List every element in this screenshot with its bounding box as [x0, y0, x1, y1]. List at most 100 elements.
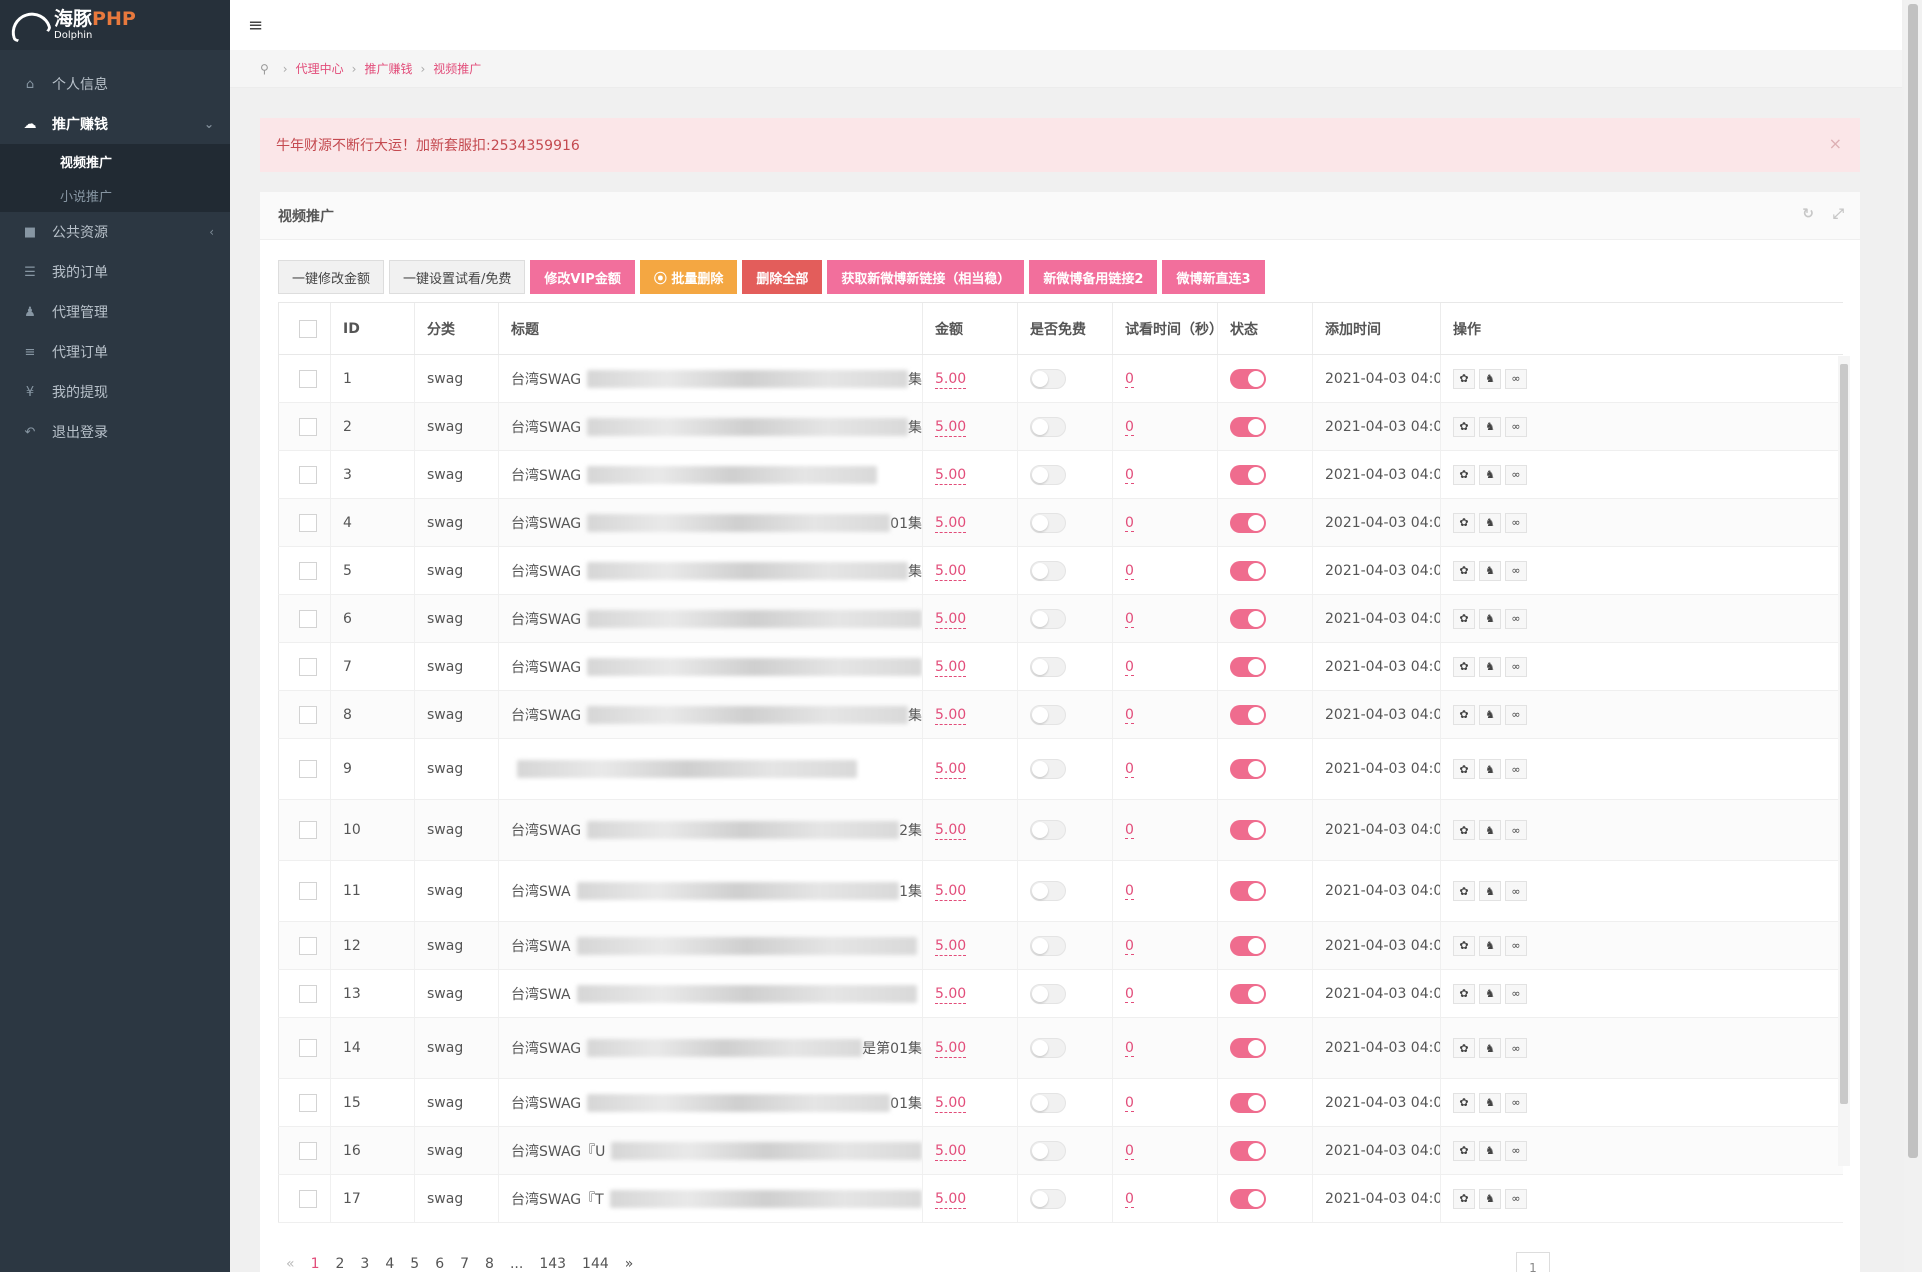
column-header[interactable]: 添加时间 — [1312, 302, 1441, 355]
trial-time-editable[interactable]: 0 — [1125, 658, 1134, 676]
free-toggle[interactable] — [1030, 512, 1066, 533]
row-checkbox[interactable] — [299, 760, 317, 778]
qq-icon[interactable]: ♞ — [1479, 983, 1501, 1004]
amount-editable[interactable]: 5.00 — [935, 466, 967, 485]
qq-icon[interactable]: ♞ — [1479, 464, 1501, 485]
sidebar-item[interactable]: ☰ 我的订单 — [0, 252, 230, 292]
amount-editable[interactable]: 5.00 — [935, 706, 967, 725]
amount-editable[interactable]: 5.00 — [935, 985, 967, 1004]
link-icon[interactable]: ∞ — [1505, 656, 1527, 677]
link-icon[interactable]: ∞ — [1505, 704, 1527, 725]
status-toggle[interactable] — [1230, 881, 1266, 901]
pager-page[interactable]: 3 — [352, 1256, 377, 1272]
column-header[interactable]: 金额 — [922, 302, 1018, 355]
status-toggle[interactable] — [1230, 512, 1266, 533]
qq-icon[interactable]: ♞ — [1479, 1038, 1501, 1058]
free-toggle[interactable] — [1030, 1140, 1066, 1161]
amount-editable[interactable]: 5.00 — [935, 610, 967, 629]
pager-next[interactable]: » — [617, 1256, 642, 1272]
trial-time-editable[interactable]: 0 — [1125, 985, 1134, 1003]
qq-icon[interactable]: ♞ — [1479, 881, 1501, 901]
free-toggle[interactable] — [1030, 881, 1066, 901]
sidebar-item[interactable]: ¥ 我的提现 — [0, 372, 230, 412]
amount-editable[interactable]: 5.00 — [935, 1040, 967, 1058]
status-toggle[interactable] — [1230, 608, 1266, 629]
row-checkbox[interactable] — [299, 705, 317, 724]
row-checkbox[interactable] — [299, 417, 317, 436]
link-icon[interactable]: ∞ — [1505, 560, 1527, 581]
status-toggle[interactable] — [1230, 1140, 1266, 1161]
row-checkbox[interactable] — [299, 513, 317, 532]
toolbar-button[interactable]: 删除全部 — [742, 260, 823, 294]
fullscreen-icon[interactable]: ⤢ — [1833, 206, 1844, 222]
status-toggle[interactable] — [1230, 1188, 1266, 1209]
pager-page[interactable]: 8 — [477, 1256, 502, 1272]
trial-time-editable[interactable]: 0 — [1125, 822, 1134, 839]
wechat-icon[interactable]: ✿ — [1453, 608, 1475, 629]
trial-time-editable[interactable]: 0 — [1125, 562, 1134, 580]
qq-icon[interactable]: ♞ — [1479, 368, 1501, 389]
free-toggle[interactable] — [1030, 935, 1066, 956]
amount-editable[interactable]: 5.00 — [935, 822, 967, 840]
row-checkbox[interactable] — [299, 821, 317, 839]
link-icon[interactable]: ∞ — [1505, 1188, 1527, 1209]
sidebar-item[interactable]: ⌂ 个人信息 — [0, 64, 230, 104]
free-toggle[interactable] — [1030, 368, 1066, 389]
pager-page[interactable]: 4 — [377, 1256, 402, 1272]
pager-page[interactable]: 5 — [402, 1256, 427, 1272]
wechat-icon[interactable]: ✿ — [1453, 704, 1475, 725]
status-toggle[interactable] — [1230, 935, 1266, 956]
amount-editable[interactable]: 5.00 — [935, 418, 967, 437]
status-toggle[interactable] — [1230, 464, 1266, 485]
wechat-icon[interactable]: ✿ — [1453, 416, 1475, 437]
sidebar-item[interactable]: ☁ 推广赚钱 ⌄ — [0, 104, 230, 144]
wechat-icon[interactable]: ✿ — [1453, 1188, 1475, 1209]
link-icon[interactable]: ∞ — [1505, 1038, 1527, 1058]
row-checkbox[interactable] — [299, 1039, 317, 1057]
qq-icon[interactable]: ♞ — [1479, 1092, 1501, 1113]
trial-time-editable[interactable]: 0 — [1125, 1142, 1134, 1160]
toolbar-button[interactable]: 修改VIP金额 — [530, 260, 635, 294]
free-toggle[interactable] — [1030, 416, 1066, 437]
link-icon[interactable]: ∞ — [1505, 1140, 1527, 1161]
qq-icon[interactable]: ♞ — [1479, 1140, 1501, 1161]
row-checkbox[interactable] — [299, 465, 317, 484]
pager-page[interactable]: 6 — [427, 1256, 452, 1272]
link-icon[interactable]: ∞ — [1505, 881, 1527, 901]
trial-time-editable[interactable]: 0 — [1125, 370, 1134, 388]
breadcrumb-item[interactable]: 视频推广 — [433, 60, 481, 77]
row-checkbox[interactable] — [299, 984, 317, 1003]
status-toggle[interactable] — [1230, 560, 1266, 581]
breadcrumb-item[interactable]: 推广赚钱 — [364, 60, 412, 77]
row-checkbox[interactable] — [299, 936, 317, 955]
column-header[interactable]: 分类 — [414, 302, 499, 355]
link-icon[interactable]: ∞ — [1505, 935, 1527, 956]
link-icon[interactable]: ∞ — [1505, 416, 1527, 437]
toolbar-button[interactable]: 新微博备用链接2 — [1029, 260, 1158, 294]
qq-icon[interactable]: ♞ — [1479, 704, 1501, 725]
trial-time-editable[interactable]: 0 — [1125, 610, 1134, 628]
free-toggle[interactable] — [1030, 656, 1066, 677]
column-header[interactable]: 操作 — [1440, 302, 1843, 355]
pager-page[interactable]: 7 — [452, 1256, 477, 1272]
trial-time-editable[interactable]: 0 — [1125, 1040, 1134, 1057]
toolbar-button[interactable]: ⦿ 批量删除 — [639, 260, 738, 294]
row-checkbox[interactable] — [299, 1141, 317, 1160]
amount-editable[interactable]: 5.00 — [935, 562, 967, 581]
qq-icon[interactable]: ♞ — [1479, 1188, 1501, 1209]
free-toggle[interactable] — [1030, 1188, 1066, 1209]
sidebar-item[interactable]: ■ 公共资源 ‹ — [0, 212, 230, 252]
trial-time-editable[interactable]: 0 — [1125, 1094, 1134, 1112]
free-toggle[interactable] — [1030, 608, 1066, 629]
qq-icon[interactable]: ♞ — [1479, 935, 1501, 956]
row-checkbox[interactable] — [299, 1093, 317, 1112]
status-toggle[interactable] — [1230, 820, 1266, 840]
sidebar-item[interactable]: ↶ 退出登录 — [0, 412, 230, 452]
qq-icon[interactable]: ♞ — [1479, 820, 1501, 840]
qq-icon[interactable]: ♞ — [1479, 759, 1501, 779]
free-toggle[interactable] — [1030, 1038, 1066, 1058]
amount-editable[interactable]: 5.00 — [935, 761, 967, 779]
status-toggle[interactable] — [1230, 983, 1266, 1004]
status-toggle[interactable] — [1230, 1038, 1266, 1058]
row-checkbox[interactable] — [299, 369, 317, 388]
